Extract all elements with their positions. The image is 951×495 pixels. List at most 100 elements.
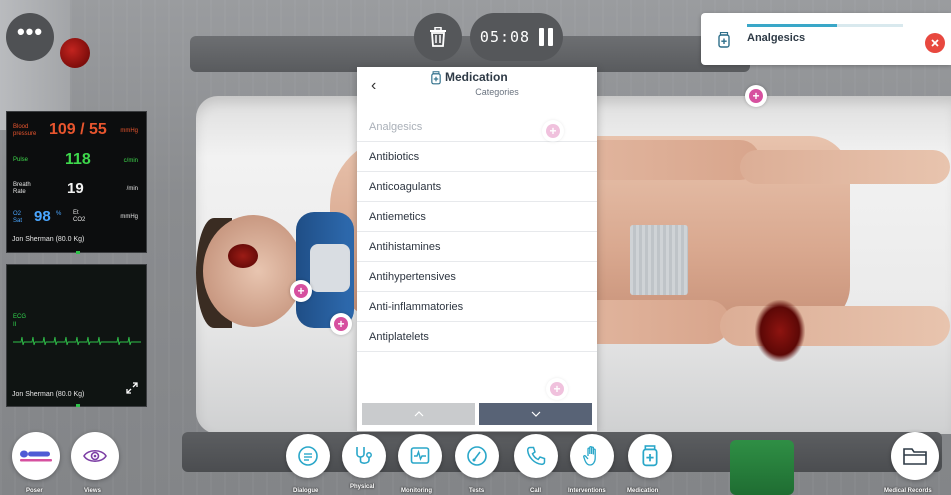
bp-unit: mmHg — [120, 128, 138, 134]
medication-category-list: Analgesics Antibiotics Anticoagulants An… — [357, 112, 597, 352]
tab-medication-label: Medication — [627, 488, 659, 494]
face-wound[interactable] — [228, 244, 258, 268]
suction-device[interactable] — [730, 440, 794, 495]
pulse-unit: c/min — [123, 158, 138, 164]
o2-value: 98 — [34, 208, 51, 225]
breath-value: 19 — [67, 180, 84, 197]
tab-dialogue-label: Dialogue — [293, 488, 319, 494]
ecg-indicator — [76, 404, 80, 407]
add-intervention-marker[interactable]: + — [542, 120, 564, 142]
vitals-patient-name: Jon Sherman (80.0 Kg) — [12, 236, 85, 243]
notification-progress — [747, 24, 903, 27]
add-intervention-marker[interactable]: + — [546, 378, 568, 400]
tab-call-label: Call — [530, 488, 542, 494]
scroll-up-button[interactable] — [362, 403, 475, 425]
ecg-label: ECG — [13, 314, 27, 320]
ecg-waveform — [13, 336, 141, 346]
views-label: Views — [84, 488, 101, 494]
session-timer[interactable]: 05:08 — [470, 13, 563, 61]
medication-category-item[interactable]: Antiplatelets — [357, 322, 597, 352]
ecg-label-block: ECG II — [13, 313, 26, 329]
tab-tests-label: Tests — [469, 488, 485, 494]
medication-category-item[interactable]: Anticoagulants — [357, 172, 597, 202]
plus-icon: + — [550, 382, 564, 396]
pulse-label: Pulse — [13, 157, 29, 163]
chevron-down-icon — [531, 411, 540, 417]
eye-icon — [83, 449, 107, 463]
tab-interventions-label: Interventions — [568, 488, 606, 494]
notification-close-button[interactable] — [925, 33, 945, 53]
leg-wound[interactable] — [755, 300, 805, 362]
notification-progress-fill — [747, 24, 838, 27]
medical-records-button[interactable] — [891, 432, 939, 480]
hand-icon — [583, 445, 596, 466]
tab-physical[interactable] — [342, 434, 386, 478]
ecg-patient-name: Jon Sherman (80.0 Kg) — [12, 391, 85, 398]
tab-monitoring-label: Monitoring — [401, 488, 432, 494]
tab-tests[interactable] — [455, 434, 499, 478]
body-pose-icon — [20, 450, 52, 462]
plus-icon: + — [546, 124, 560, 138]
bp-value: 109 / 55 — [49, 121, 107, 138]
trash-icon — [430, 27, 446, 47]
o2-unit: % — [56, 211, 62, 217]
tab-physical-label: Physical — [350, 484, 375, 490]
medication-icon — [718, 32, 730, 48]
bp-label: Blood pressure — [13, 124, 37, 137]
red-valve-knob — [60, 38, 90, 68]
delete-button[interactable] — [414, 13, 462, 61]
medication-icon — [431, 71, 441, 85]
chevron-up-icon — [414, 411, 423, 417]
heart-monitor-icon — [410, 447, 430, 464]
patient-drape — [630, 225, 688, 295]
medication-panel: ‹ Medication Categories Analgesics Antib… — [357, 67, 597, 431]
add-intervention-marker[interactable]: + — [290, 280, 312, 302]
add-intervention-marker[interactable]: + — [745, 85, 767, 107]
medication-category-item[interactable]: Antihistamines — [357, 232, 597, 262]
medication-category-item[interactable]: Antihypertensives — [357, 262, 597, 292]
tab-call[interactable] — [514, 434, 558, 478]
medication-category-item[interactable]: Antiemetics — [357, 202, 597, 232]
close-icon — [931, 39, 939, 47]
more-dots-icon: ••• — [16, 19, 44, 44]
notification-title: Analgesics — [747, 32, 806, 44]
o2-label: O2 Sat — [13, 211, 23, 224]
medical-records-label: Medical Records — [884, 488, 932, 494]
medication-title: Medication — [445, 70, 508, 84]
plus-icon: + — [334, 317, 348, 331]
stethoscope-icon — [356, 447, 372, 464]
timer-text: 05:08 — [479, 28, 531, 46]
phone-icon — [526, 446, 546, 466]
ecg-monitor[interactable]: ECG II Jon Sherman (80.0 Kg) — [6, 264, 147, 407]
vitals-monitor[interactable]: Blood pressure 109 / 55 mmHg Pulse 118 c… — [6, 111, 147, 253]
pause-icon[interactable] — [539, 28, 554, 46]
plus-icon: + — [294, 284, 308, 298]
tab-medication[interactable] — [628, 434, 672, 478]
medication-category-item[interactable]: Anti-inflammatories — [357, 292, 597, 322]
medication-category-item[interactable]: Antibiotics — [357, 142, 597, 172]
vitals-indicator — [76, 251, 80, 254]
medication-icon — [642, 445, 658, 467]
chat-bubble-icon — [298, 446, 318, 466]
plus-icon: + — [749, 89, 763, 103]
menu-button[interactable]: ••• — [6, 13, 54, 61]
folder-icon — [903, 448, 927, 465]
medication-subtitle: Categories — [475, 87, 519, 97]
ecg-lead: II — [13, 322, 17, 328]
scroll-down-button[interactable] — [479, 403, 592, 425]
test-gauge-icon — [467, 446, 487, 466]
add-intervention-marker[interactable]: + — [330, 313, 352, 335]
poser-button[interactable] — [12, 432, 60, 480]
patient-left-shin[interactable] — [740, 150, 950, 184]
breath-label: Breath Rate — [13, 182, 31, 195]
poser-label: Poser — [26, 488, 43, 494]
patient-head[interactable] — [203, 215, 303, 327]
tab-monitoring[interactable] — [398, 434, 442, 478]
co2-label: Et CO2 — [73, 210, 86, 223]
views-button[interactable] — [71, 432, 119, 480]
expand-icon[interactable] — [126, 382, 138, 394]
tab-dialogue[interactable] — [286, 434, 330, 478]
pulse-value: 118 — [65, 151, 91, 168]
breath-unit: /min — [126, 186, 138, 192]
tab-interventions[interactable] — [570, 434, 614, 478]
